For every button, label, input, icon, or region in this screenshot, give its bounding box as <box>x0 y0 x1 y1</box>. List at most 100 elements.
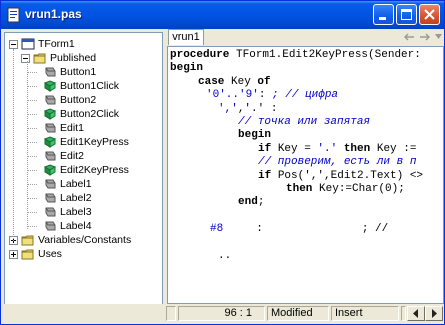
tree-item-label: Label3 <box>60 206 92 218</box>
tree-item-label2[interactable]: Label2 <box>5 191 162 205</box>
code-line <box>170 210 177 223</box>
status-bar: 96 : 1 Modified Insert <box>1 304 444 324</box>
tree-item-label: Edit2KeyPress <box>60 164 129 176</box>
code-token: #8 <box>210 223 224 236</box>
code-editor[interactable]: procedure TForm1.Edit2KeyPress(Sender: be… <box>167 46 444 304</box>
code-line: // проверим, есть ли в п <box>258 156 416 169</box>
field-icon <box>45 207 56 217</box>
tree-item-edit2[interactable]: Edit2 <box>5 149 162 163</box>
field-icon <box>45 193 56 203</box>
tree-item-label: Button2 <box>60 94 97 106</box>
field-icon <box>45 221 56 231</box>
tree-item-edit1keypress[interactable]: Edit1KeyPress <box>5 135 162 149</box>
code-token: ; // цифра <box>272 89 339 102</box>
code-explorer-tree[interactable]: TForm1 Published Button1 Button1Click Button… <box>4 32 163 319</box>
code-line: '0'..'9': ; // цифра <box>206 89 338 102</box>
tab-vrun1[interactable]: vrun1 <box>168 29 204 45</box>
expand-icon[interactable] <box>9 250 18 259</box>
tree-connector <box>27 170 37 171</box>
code-line: then Key:=Char(0); <box>286 183 405 196</box>
collapse-icon[interactable] <box>21 54 30 63</box>
tree-connector <box>27 128 37 129</box>
tree-connector <box>27 61 28 229</box>
code-token: procedure <box>170 49 237 61</box>
tree-item-label: Label1 <box>60 178 92 190</box>
tree-connector <box>27 72 37 73</box>
close-button[interactable] <box>419 4 440 25</box>
code-line: #8 : ; // <box>210 223 388 236</box>
tree-connector <box>27 100 37 101</box>
tree-item-label: TForm1 <box>38 38 75 50</box>
method-icon <box>43 164 57 176</box>
title-bar[interactable]: vrun1.pas <box>1 1 444 29</box>
field-icon <box>45 179 56 189</box>
code-token: then <box>337 142 377 155</box>
tree-item-button2[interactable]: Button2 <box>5 93 162 107</box>
code-line: if Key = '.' then Key := <box>258 143 416 156</box>
field-icon <box>45 123 56 133</box>
tree-item-uses[interactable]: Uses <box>5 247 162 261</box>
field-icon <box>45 151 56 161</box>
tree-item-button1click[interactable]: Button1Click <box>5 79 162 93</box>
code-token: ',' <box>218 102 238 115</box>
code-token: of <box>257 75 271 88</box>
tree-item-label: Published <box>50 52 97 64</box>
tree-item-label: Button1 <box>60 66 97 78</box>
arrow-right-icon <box>432 309 437 318</box>
editor-tab-bar: vrun1 <box>167 29 443 46</box>
collapse-icon[interactable] <box>9 40 18 49</box>
folder-icon <box>33 53 46 64</box>
tree-item-label: Label2 <box>60 192 92 204</box>
folder-icon <box>21 235 34 246</box>
tree-item-button2click[interactable]: Button2Click <box>5 107 162 121</box>
code-token: begin <box>170 62 204 75</box>
method-icon <box>43 80 57 92</box>
code-token: : <box>258 89 273 102</box>
field-icon <box>45 95 56 105</box>
tree-item-variables-constants[interactable]: Variables/Constants <box>5 233 162 247</box>
code-token: '.' <box>317 142 338 155</box>
code-token: Key = <box>277 142 318 155</box>
minimize-icon <box>379 17 386 20</box>
modified-indicator: Modified <box>267 306 329 321</box>
tree-item-edit2keypress[interactable]: Edit2KeyPress <box>5 163 162 177</box>
tree-item-label4[interactable]: Label4 <box>5 219 162 233</box>
code-token: ,'.' : <box>237 102 278 115</box>
code-line: procedure TForm1.Edit2KeyPress(Sender: <box>170 49 421 62</box>
code-token: : ; // <box>223 223 389 236</box>
editor-window: vrun1.pas TForm1 Published Button1 Button1C… <box>0 0 445 325</box>
back-arrow-icon[interactable] <box>403 32 415 42</box>
chevron-down-icon[interactable] <box>435 34 442 39</box>
code-token: ; <box>257 196 265 209</box>
code-line: begin <box>238 129 271 142</box>
code-line <box>170 237 177 250</box>
tree-item-label1[interactable]: Label1 <box>5 177 162 191</box>
tree-item-label3[interactable]: Label3 <box>5 205 162 219</box>
tree-item-published[interactable]: Published <box>5 51 162 65</box>
folder-icon <box>21 249 34 260</box>
code-token: if <box>258 142 278 155</box>
forward-arrow-icon[interactable] <box>419 32 431 42</box>
tree-connector <box>27 184 37 185</box>
code-token: // точка или запятая <box>238 116 371 128</box>
code-token: TForm1.Edit2KeyPress(Sender: <box>236 49 421 61</box>
code-token: // проверим, есть ли в п <box>258 156 417 169</box>
tree-item-edit1[interactable]: Edit1 <box>5 121 162 135</box>
code-token: case <box>198 75 232 88</box>
method-icon <box>43 108 57 120</box>
tree-connector <box>27 198 37 199</box>
tree-connector <box>27 212 37 213</box>
tree-item-tform1[interactable]: TForm1 <box>5 37 162 51</box>
code-token: begin <box>238 129 272 142</box>
arrow-left-icon <box>413 309 418 318</box>
maximize-button[interactable] <box>396 4 417 25</box>
code-token: Key <box>231 75 258 88</box>
code-token: Pos(',',Edit2.Text) <> <box>277 169 424 182</box>
tree-item-button1[interactable]: Button1 <box>5 65 162 79</box>
scroll-right-button[interactable] <box>425 306 443 321</box>
scroll-left-button[interactable] <box>407 306 425 321</box>
tree-connector <box>27 114 37 115</box>
minimize-button[interactable] <box>373 4 394 25</box>
